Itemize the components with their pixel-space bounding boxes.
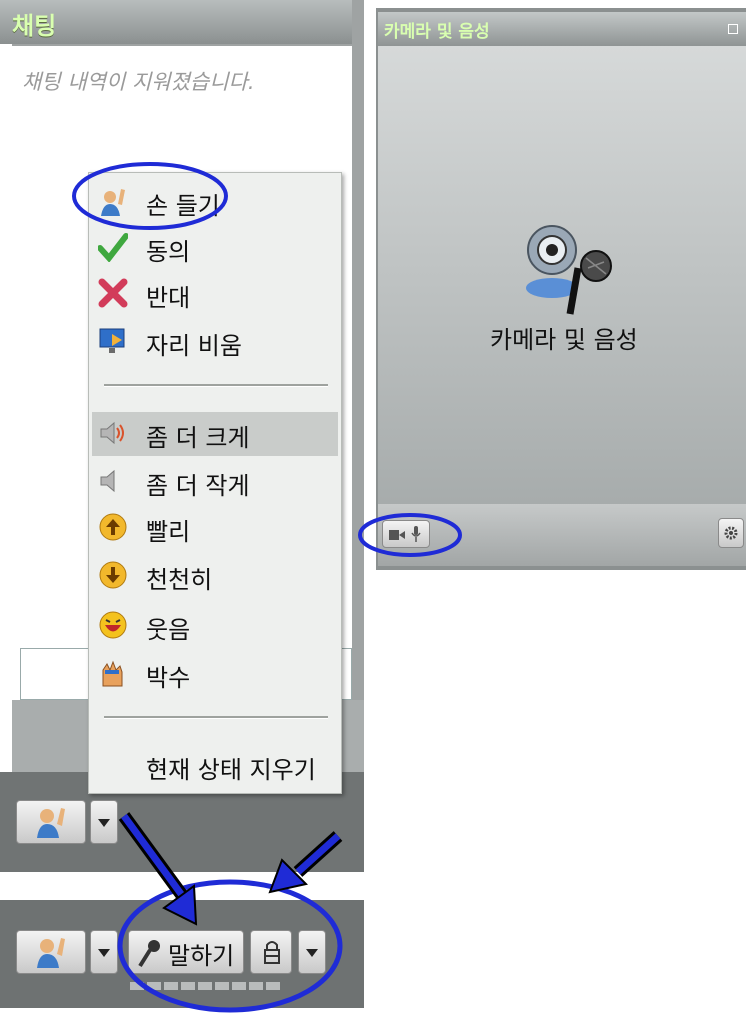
menu-item-label: 좀 더 크게	[146, 424, 250, 452]
lock-talk-button[interactable]	[250, 930, 292, 974]
away-monitor-icon	[99, 328, 125, 353]
speaker-soft-icon	[100, 469, 115, 493]
menu-item-slower[interactable]: 천천히	[92, 554, 338, 598]
menu-item-away[interactable]: 자리 비움	[92, 320, 338, 364]
menu-item-clear-status[interactable]: 현재 상태 지우기	[92, 744, 338, 788]
camera-panel-footer	[378, 504, 746, 566]
laugh-face-icon	[99, 611, 127, 639]
menu-item-label: 현재 상태 지우기	[146, 756, 316, 784]
maximize-icon[interactable]	[728, 24, 738, 34]
camera-mic-toggle-button[interactable]	[382, 520, 430, 548]
camera-icon	[389, 530, 405, 540]
menu-item-laugh[interactable]: 웃음	[92, 604, 338, 648]
speak-dropdown-button[interactable]	[298, 930, 326, 974]
arrow-down-icon	[99, 561, 127, 589]
menu-item-label: 자리 비움	[146, 332, 242, 360]
camera-panel-title: 카메라 및 음성	[384, 22, 490, 42]
menu-item-label: 박수	[146, 664, 191, 692]
x-icon	[98, 278, 128, 308]
menu-item-label: 빨리	[146, 518, 191, 546]
menu-item-softer[interactable]: 좀 더 작게	[92, 460, 338, 504]
menu-item-agree[interactable]: 동의	[92, 226, 338, 270]
lock-icon	[264, 941, 280, 964]
menu-item-label: 웃음	[146, 616, 191, 644]
camera-panel-label: 카메라 및 음성	[490, 326, 638, 354]
gear-icon	[724, 526, 738, 540]
menu-item-label: 동의	[146, 238, 191, 266]
menu-item-label: 반대	[146, 284, 191, 312]
chevron-down-icon	[98, 819, 110, 827]
status-button[interactable]	[16, 930, 86, 974]
menu-separator	[104, 384, 328, 387]
camera-settings-button[interactable]	[718, 518, 744, 548]
status-dropdown-button[interactable]	[90, 800, 118, 844]
microphone-icon	[411, 526, 421, 542]
menu-separator	[104, 716, 328, 719]
raise-hand-icon	[37, 938, 65, 968]
menu-item-faster[interactable]: 빨리	[92, 506, 338, 550]
arrow-up-icon	[99, 513, 127, 541]
chevron-down-icon	[306, 949, 318, 957]
menu-item-louder[interactable]: 좀 더 크게	[92, 412, 338, 456]
speaker-loud-icon	[100, 421, 124, 445]
mic-level-meter	[130, 982, 280, 990]
menu-item-raise-hand[interactable]: 손 들기	[92, 180, 338, 224]
chat-cleared-message: 채팅 내역이 지워졌습니다.	[22, 70, 255, 94]
menu-item-applause[interactable]: 박수	[92, 652, 338, 696]
menu-item-label: 천천히	[146, 566, 213, 594]
menu-item-disagree[interactable]: 반대	[92, 272, 338, 316]
menu-item-label: 좀 더 작게	[146, 472, 250, 500]
raise-hand-icon	[101, 189, 125, 216]
chevron-down-icon	[98, 949, 110, 957]
clapping-hands-icon	[102, 660, 123, 687]
microphone-icon	[138, 940, 160, 968]
status-dropdown-button[interactable]	[90, 930, 118, 974]
webcam-microphone-icon	[526, 225, 612, 315]
speak-button-label: 말하기	[168, 942, 235, 970]
chat-title: 채팅	[12, 12, 57, 40]
status-button[interactable]	[16, 800, 86, 844]
checkmark-icon	[98, 233, 128, 262]
menu-item-label: 손 들기	[146, 192, 220, 220]
raise-hand-icon	[37, 808, 65, 838]
